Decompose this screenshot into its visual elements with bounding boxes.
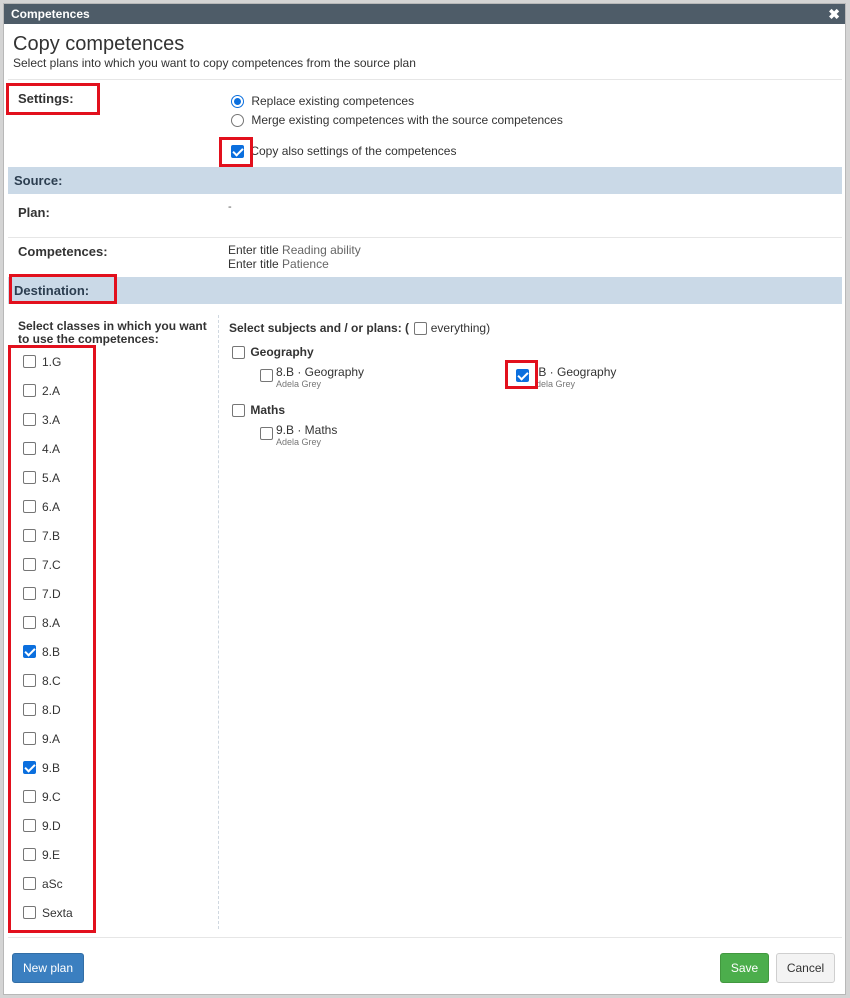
radio-merge[interactable]: Merge existing competences with the sour… (231, 113, 563, 128)
competence-title: Reading ability (282, 243, 361, 257)
save-button[interactable]: Save (720, 953, 769, 983)
highlight-box (6, 83, 100, 115)
everything-label: everything) (430, 321, 491, 335)
highlight-box (8, 345, 96, 933)
radio-replace[interactable]: Replace existing competences (231, 94, 415, 109)
column-divider (218, 315, 219, 929)
subject-geography-label: Geography (250, 345, 314, 359)
plan-teacher: Adela Grey (276, 437, 322, 447)
radio-merge-button[interactable] (231, 114, 244, 128)
subject-geography-checkbox[interactable] (232, 346, 245, 360)
page-subtitle: Select plans into which you want to copy… (13, 56, 416, 70)
subjects-label: Select subjects and / or plans: ( (229, 321, 410, 335)
subject-maths-label: Maths (250, 403, 286, 417)
destination-band: Destination: (8, 277, 842, 304)
copy-settings-option[interactable]: Copy also settings of the competences (231, 144, 457, 159)
dialog-titlebar: Competences ✖ (4, 4, 845, 24)
new-plan-button[interactable]: New plan (12, 953, 84, 983)
subjects-header: Select subjects and / or plans: ( everyt… (229, 321, 491, 336)
plan-checkbox[interactable] (260, 427, 273, 440)
dialog-title: Competences (11, 7, 90, 21)
competence-title: Patience (282, 257, 329, 271)
divider (8, 937, 842, 938)
highlight-box (219, 137, 253, 167)
source-band: Source: (8, 167, 842, 194)
competence-item: Enter title Reading ability (228, 243, 361, 257)
everything-checkbox[interactable] (414, 322, 428, 336)
radio-replace-button[interactable] (231, 95, 244, 109)
divider (8, 237, 842, 238)
competence-prefix: Enter title (228, 257, 279, 271)
page-title: Copy competences (13, 33, 185, 55)
competence-item: Enter title Patience (228, 257, 361, 271)
plan-teacher: dela Grey (536, 379, 576, 389)
competence-prefix: Enter title (228, 243, 279, 257)
competences-label: Competences: (18, 244, 108, 259)
subject-maths[interactable]: Maths (232, 403, 286, 418)
plan-name: 8.B · Geography (276, 365, 365, 379)
subject-maths-checkbox[interactable] (232, 404, 245, 418)
copy-settings-label: Copy also settings of the competences (250, 144, 457, 158)
radio-merge-label: Merge existing competences with the sour… (251, 113, 563, 127)
close-icon[interactable]: ✖ (828, 4, 840, 24)
radio-replace-label: Replace existing competences (251, 94, 415, 108)
plan-item[interactable]: 8.B · Geography Adela Grey (260, 365, 364, 389)
competences-list: Enter title Reading ability Enter title … (228, 243, 361, 271)
plan-checkbox[interactable] (260, 369, 273, 382)
classes-label: Select classes in which you want to use … (18, 319, 207, 346)
cancel-button[interactable]: Cancel (776, 953, 835, 983)
plan-label: Plan: (18, 205, 50, 220)
plan-value: - (228, 201, 232, 213)
subject-geography[interactable]: Geography (232, 345, 314, 360)
plan-teacher: Adela Grey (276, 379, 322, 389)
plan-item[interactable]: 9.B · Maths Adela Grey (260, 423, 337, 447)
divider (8, 79, 842, 80)
plan-name: .B · Geography (535, 365, 617, 379)
highlight-box (505, 360, 538, 389)
source-band-label: Source: (14, 173, 63, 188)
highlight-box (9, 274, 117, 304)
plan-name: 9.B · Maths (276, 423, 338, 437)
